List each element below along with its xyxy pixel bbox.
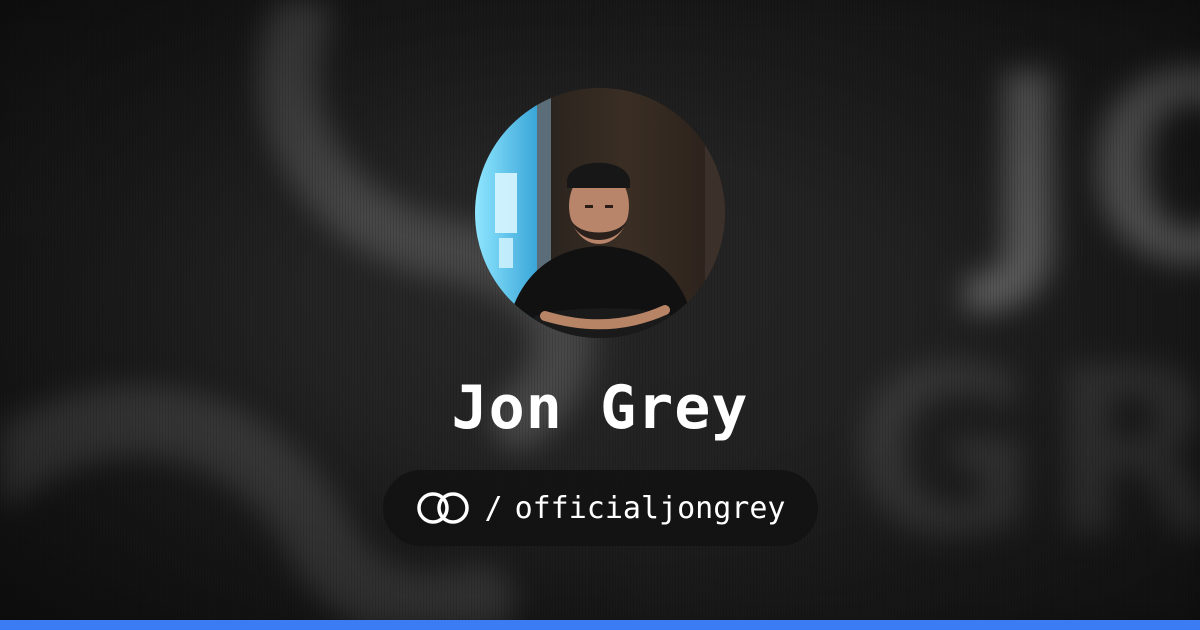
- linked-rings-icon: [415, 490, 471, 526]
- social-handle-link[interactable]: / officialjongrey: [382, 470, 818, 546]
- avatar: [475, 88, 725, 338]
- handle-separator: /: [484, 490, 503, 526]
- accent-bar: [0, 620, 1200, 630]
- profile-name: Jon Grey: [451, 373, 749, 443]
- share-card: JO GRE: [0, 0, 1200, 630]
- avatar-photo: [475, 88, 725, 338]
- profile-content: Jon Grey / officialjongrey: [0, 0, 1200, 620]
- handle-text: officialjongrey: [514, 490, 786, 526]
